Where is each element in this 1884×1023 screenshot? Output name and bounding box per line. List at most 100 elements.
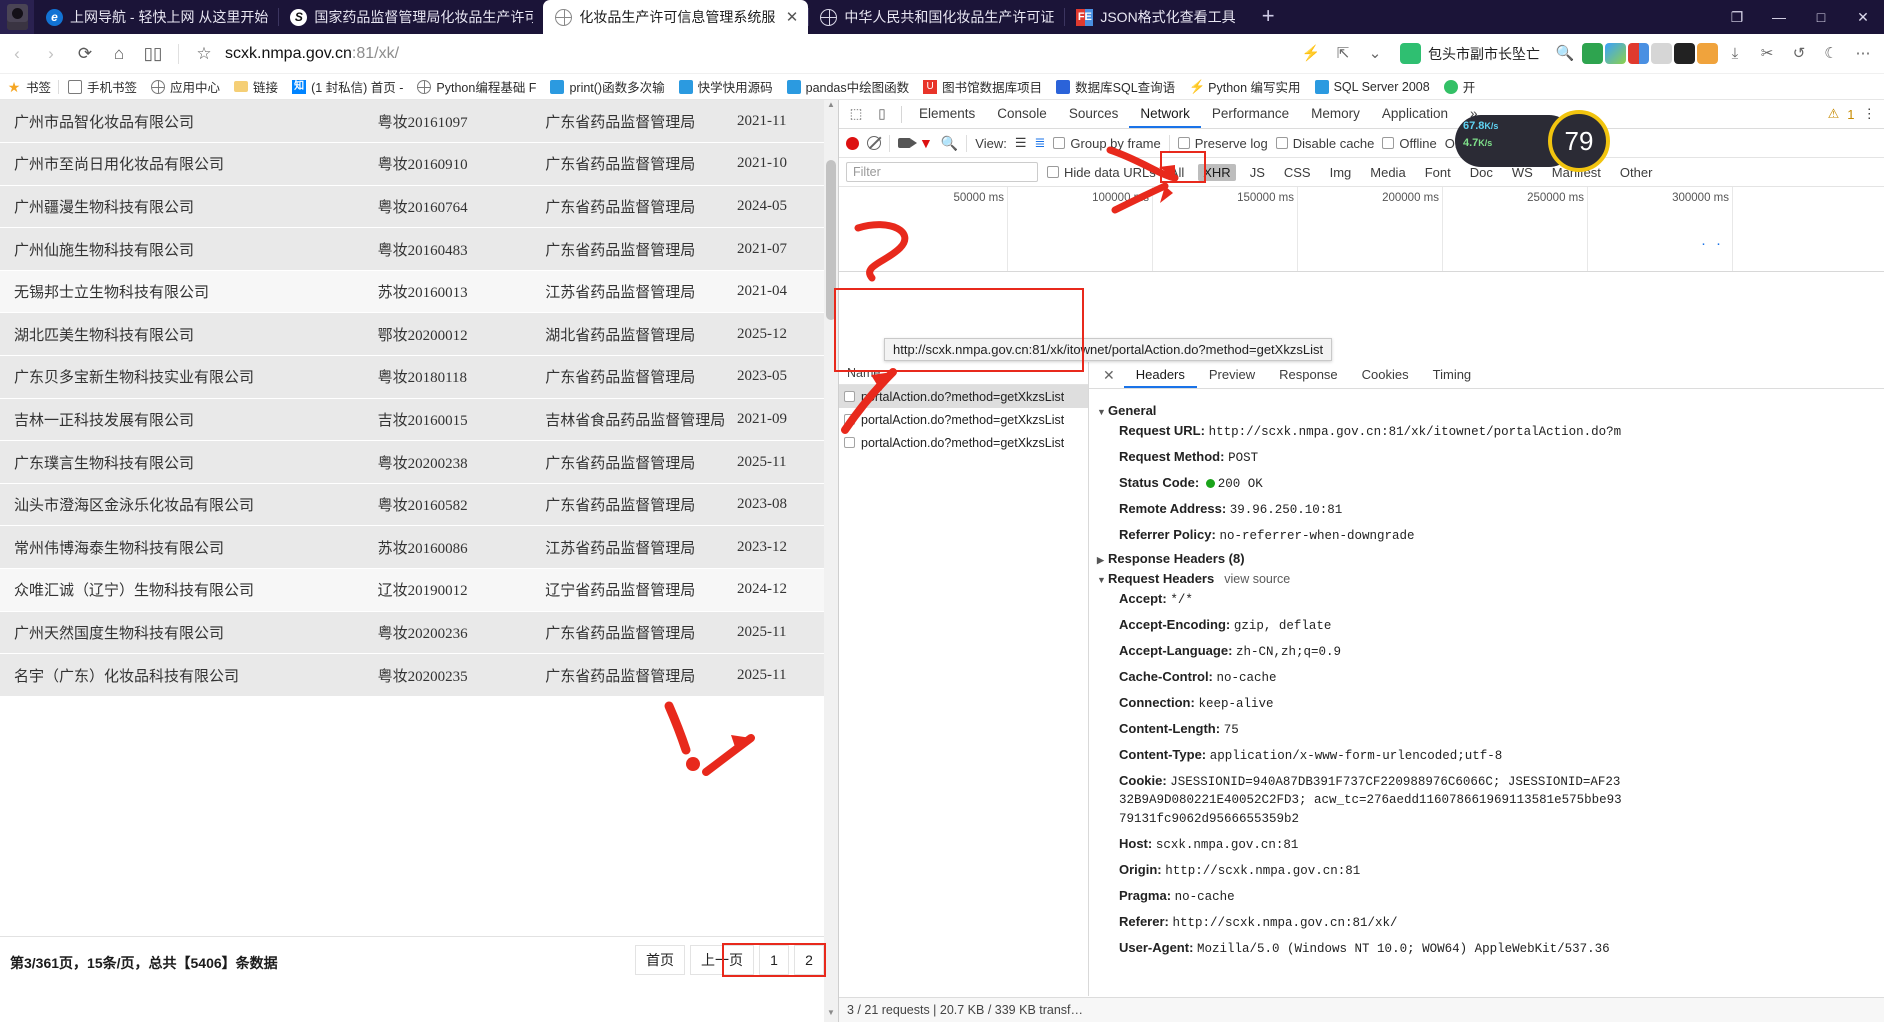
group-by-frame-checkbox[interactable]: Group by frame: [1053, 136, 1161, 151]
hide-data-urls-checkbox[interactable]: Hide data URLs: [1047, 165, 1156, 180]
clear-icon[interactable]: [867, 136, 881, 150]
apps-icon[interactable]: [1674, 43, 1695, 64]
tab-performance[interactable]: Performance: [1201, 100, 1300, 128]
filter-type-js[interactable]: JS: [1245, 164, 1270, 181]
inspect-element-icon[interactable]: ⬚: [843, 101, 869, 127]
request-headers-section[interactable]: ▼ Request Headers view source: [1097, 571, 1884, 586]
table-row[interactable]: 常州伟博海泰生物科技有限公司 苏妆20160086 江苏省药品监督管理局 2023-1…: [0, 525, 838, 570]
view-source-link[interactable]: view source: [1224, 572, 1290, 586]
bookmark-item-12[interactable]: SQL Server 2008: [1308, 75, 1437, 99]
back-icon[interactable]: ‹: [0, 37, 34, 71]
fe-icon[interactable]: [1628, 43, 1649, 64]
search-icon[interactable]: 🔍: [1550, 40, 1580, 68]
download-icon[interactable]: ⤓: [1720, 40, 1750, 68]
new-tab-button[interactable]: +: [1246, 0, 1291, 34]
scroll-up-icon[interactable]: ▲: [824, 100, 838, 114]
browser-tab-5[interactable]: FE JSON格式化查看工具: [1064, 0, 1245, 34]
record-icon[interactable]: [846, 136, 859, 150]
detail-tab-response[interactable]: Response: [1267, 362, 1350, 388]
address-bar[interactable]: scxk.nmpa.gov.cn:81/xk/: [221, 37, 1296, 71]
table-row[interactable]: 广州仙施生物科技有限公司 粤妆20160483 广东省药品监督管理局 2021-07: [0, 227, 838, 271]
table-row[interactable]: 吉林一正科技发展有限公司 吉妆20160015 吉林省食品药品监督管理局 2021-0…: [0, 398, 838, 442]
browser-tab-4[interactable]: 中华人民共和国化妆品生产许可证: [808, 0, 1064, 34]
browser-tab-1[interactable]: e 上网导航 - 轻快上网 从这里开始: [34, 0, 278, 34]
tab-console[interactable]: Console: [986, 100, 1058, 128]
maximize-icon[interactable]: □: [1800, 0, 1842, 34]
filter-icon[interactable]: ▼: [919, 135, 933, 151]
warning-icon[interactable]: ⚠: [1828, 106, 1840, 122]
table-row[interactable]: 广州市品智化妆品有限公司 粤妆20161097 广东省药品监督管理局 2021-11: [0, 100, 838, 144]
browser-tab-3-active[interactable]: 化妆品生产许可信息管理系统服务平 ✕: [543, 0, 809, 34]
filter-type-css[interactable]: CSS: [1279, 164, 1316, 181]
restore-all-icon[interactable]: ❐: [1716, 0, 1758, 34]
search-suggestion-pill[interactable]: 包头市副市长坠亡: [1392, 40, 1548, 68]
tab-sources[interactable]: Sources: [1058, 100, 1130, 128]
detail-tab-timing[interactable]: Timing: [1421, 362, 1484, 388]
table-row[interactable]: 湖北匹美生物科技有限公司 鄂妆20200012 湖北省药品监督管理局 2025-12: [0, 312, 838, 357]
tab-elements[interactable]: Elements: [908, 100, 986, 128]
bookmark-item-0[interactable]: ★ 书签: [0, 75, 58, 99]
tab-memory[interactable]: Memory: [1300, 100, 1371, 128]
game-icon[interactable]: [1697, 43, 1718, 64]
undo-icon[interactable]: ↺: [1784, 40, 1814, 68]
preserve-log-checkbox[interactable]: Preserve log: [1177, 136, 1268, 151]
detail-tab-cookies[interactable]: Cookies: [1350, 362, 1421, 388]
close-window-icon[interactable]: ✕: [1842, 0, 1884, 34]
filter-type-media[interactable]: Media: [1365, 164, 1410, 181]
bookmark-item-3[interactable]: 链接: [227, 75, 285, 99]
moon-icon[interactable]: ☾: [1816, 40, 1846, 68]
table-row[interactable]: 无锡邦士立生物科技有限公司 苏妆20160013 江苏省药品监督管理局 2021-04: [0, 270, 838, 314]
filter-input[interactable]: Filter: [846, 162, 1038, 182]
filter-type-font[interactable]: Font: [1420, 164, 1456, 181]
table-row[interactable]: 广东贝多宝新生物科技实业有限公司 粤妆20180118 广东省药品监督管理局 2023…: [0, 355, 838, 399]
search-icon[interactable]: 🔍: [941, 135, 958, 152]
bookmark-item-9[interactable]: U 图书馆数据库项目: [916, 75, 1049, 99]
bookmark-item-6[interactable]: print()函数多次输: [543, 75, 671, 99]
list-view-icon[interactable]: ☰: [1015, 135, 1027, 151]
reader-mode-icon[interactable]: ▯▯: [136, 37, 170, 71]
bookmark-item-4[interactable]: 知 (1 封私信) 首页 -: [285, 75, 410, 99]
request-row[interactable]: portalAction.do?method=getXkzsList: [839, 408, 1088, 431]
devtools-menu-icon[interactable]: ⋮: [1863, 106, 1877, 122]
tab-application[interactable]: Application: [1371, 100, 1459, 128]
palette-icon[interactable]: [1605, 43, 1626, 64]
bookmark-item-13[interactable]: 开: [1437, 75, 1483, 99]
bookmark-item-1[interactable]: 手机书签: [59, 75, 144, 99]
bookmark-star-icon[interactable]: ☆: [187, 37, 221, 71]
forward-icon[interactable]: ›: [34, 37, 68, 71]
table-row[interactable]: 广州市至尚日用化妆品有限公司 粤妆20160910 广东省药品监督管理局 2021-1…: [0, 142, 838, 186]
bookmark-item-8[interactable]: pandas中绘图函数: [780, 75, 917, 99]
general-section-header[interactable]: ▼ General: [1097, 403, 1884, 418]
window-icon[interactable]: [1651, 43, 1672, 64]
browser-tab-2[interactable]: S 国家药品监督管理局化妆品生产许可信: [278, 0, 543, 34]
lightning-icon[interactable]: ⚡: [1296, 40, 1326, 68]
request-row[interactable]: portalAction.do?method=getXkzsList: [839, 385, 1088, 408]
table-row[interactable]: 广州疆漫生物科技有限公司 粤妆20160764 广东省药品监督管理局 2024-05: [0, 185, 838, 229]
waterfall-view-icon[interactable]: ≣: [1035, 135, 1046, 151]
scissors-icon[interactable]: ✂: [1752, 40, 1782, 68]
filter-type-img[interactable]: Img: [1325, 164, 1357, 181]
first-page-button[interactable]: 首页: [635, 945, 685, 975]
table-row[interactable]: 广州天然国度生物科技有限公司 粤妆20200236 广东省药品监督管理局 2025-1…: [0, 611, 838, 655]
bookmark-item-5[interactable]: Python编程基础 F: [410, 75, 543, 99]
share-icon[interactable]: ⇱: [1328, 40, 1358, 68]
home-icon[interactable]: ⌂: [102, 37, 136, 71]
bookmark-item-11[interactable]: ⚡ Python 编写实用: [1182, 75, 1307, 99]
table-row[interactable]: 名宇（广东）化妆品科技有限公司 粤妆20200235 广东省药品监督管理局 2025-…: [0, 653, 838, 697]
offline-checkbox[interactable]: Offline: [1382, 136, 1437, 151]
table-row[interactable]: 汕头市澄海区金泳乐化妆品有限公司 粤妆20160582 广东省药品监督管理局 2023…: [0, 483, 838, 527]
chevron-down-icon[interactable]: ⌄: [1360, 40, 1390, 68]
request-row[interactable]: portalAction.do?method=getXkzsList: [839, 431, 1088, 454]
page-scrollbar[interactable]: ▲ ▼: [824, 100, 838, 1022]
filter-type-other[interactable]: Other: [1615, 164, 1658, 181]
detail-tab-preview[interactable]: Preview: [1197, 362, 1267, 388]
bookmark-item-7[interactable]: 快学快用源码: [672, 75, 780, 99]
tab-network[interactable]: Network: [1129, 100, 1201, 128]
close-icon[interactable]: ✕: [786, 8, 799, 26]
disable-cache-checkbox[interactable]: Disable cache: [1275, 136, 1374, 151]
profile-avatar[interactable]: [0, 0, 34, 34]
capture-screenshots-icon[interactable]: [898, 138, 917, 148]
close-detail-icon[interactable]: ✕: [1094, 367, 1124, 384]
response-headers-section[interactable]: ▶ Response Headers (8): [1097, 551, 1884, 566]
bookmark-item-10[interactable]: 数据库SQL查询语: [1049, 75, 1182, 99]
